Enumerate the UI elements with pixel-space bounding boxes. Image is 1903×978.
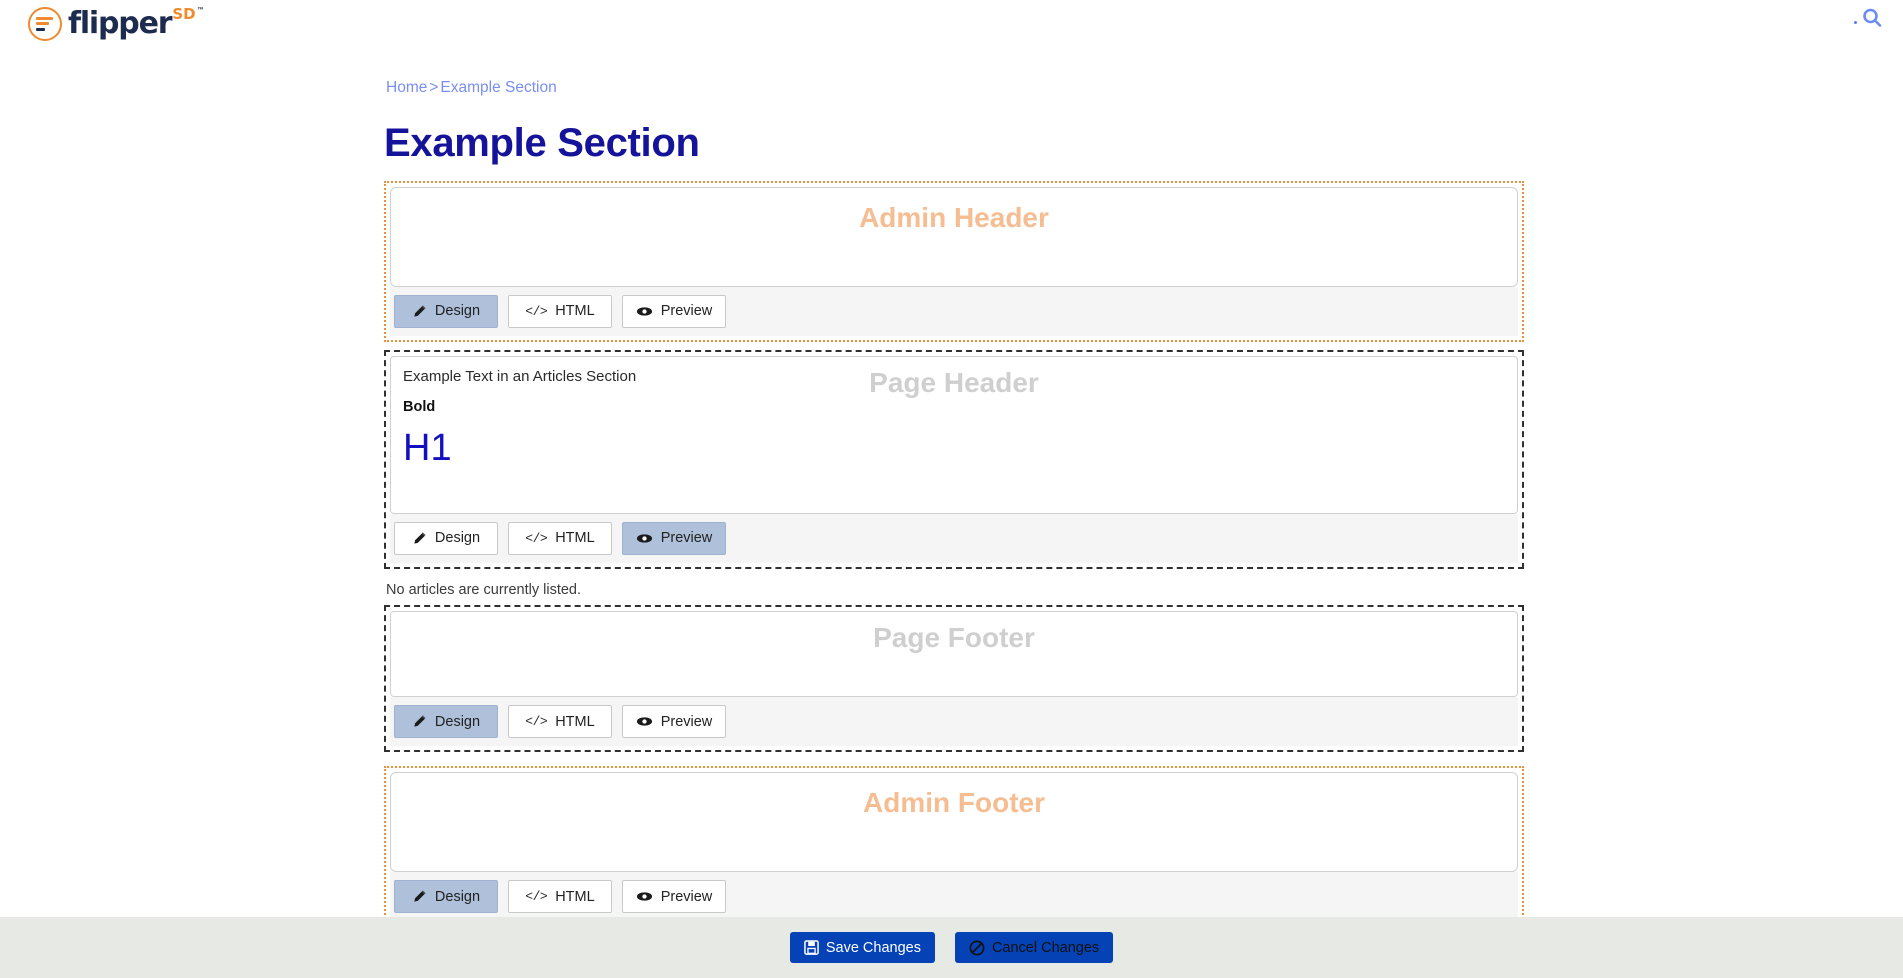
content-heading-h1: H1 xyxy=(403,426,452,469)
tab-preview-label-admin-header: Preview xyxy=(660,303,713,319)
tab-preview-label-page-footer: Preview xyxy=(660,713,713,730)
prohibition-icon xyxy=(969,940,985,956)
tab-preview-admin-header[interactable]: Preview xyxy=(622,294,726,328)
tab-design-admin-footer[interactable]: Design xyxy=(394,880,498,913)
action-bar: Save Changes Cancel Changes xyxy=(0,917,1903,978)
tab-html-label-page-footer: HTML xyxy=(555,713,595,730)
section-toolbar-page-footer: Design </> HTML Preview xyxy=(390,697,1518,746)
eye-icon xyxy=(636,715,653,728)
cancel-changes-button[interactable]: Cancel Changes xyxy=(954,932,1114,963)
save-changes-button[interactable]: Save Changes xyxy=(789,932,935,963)
pencil-icon xyxy=(412,531,427,546)
breadcrumb-link-home[interactable]: Home xyxy=(386,79,427,96)
code-icon: </> xyxy=(525,889,548,904)
tab-preview-label-admin-footer: Preview xyxy=(660,888,713,905)
code-icon: </> xyxy=(525,530,548,546)
tab-design-label-admin-footer: Design xyxy=(434,888,481,905)
eye-icon xyxy=(636,305,653,318)
tab-preview-admin-footer[interactable]: Preview xyxy=(622,880,726,913)
logo-trademark-icon: ™ xyxy=(196,5,205,15)
tab-preview-page-header[interactable]: Preview xyxy=(622,521,726,555)
breadcrumb: Home > Example Section xyxy=(386,80,1903,96)
tab-preview-page-footer[interactable]: Preview xyxy=(622,705,726,738)
code-icon: </> xyxy=(525,714,548,729)
section-toolbar-admin-footer: Design </> HTML Preview xyxy=(390,872,1518,921)
breadcrumb-link-current[interactable]: Example Section xyxy=(440,79,556,96)
tab-design-page-footer[interactable]: Design xyxy=(394,705,498,738)
flipper-logo-icon xyxy=(28,6,62,41)
section-canvas-page-footer[interactable]: Page Footer xyxy=(390,611,1518,697)
section-toolbar-page-header: Design </> HTML Preview xyxy=(390,513,1518,563)
logo-sd-suffix: SD xyxy=(172,4,196,23)
page-title: Example Section xyxy=(384,120,700,165)
app-header: flipper SD ™ xyxy=(0,0,1903,47)
section-canvas-admin-header[interactable]: Admin Header xyxy=(390,186,1518,287)
sections-list: Admin Header Design </> HTML Preview Pag… xyxy=(0,180,1903,927)
search-dot-icon xyxy=(1854,20,1857,24)
tab-design-admin-header[interactable]: Design xyxy=(394,294,498,328)
tab-html-label-page-header: HTML xyxy=(555,530,595,546)
section-admin-footer: Admin Footer Design </> HTML Preview xyxy=(384,766,1524,927)
search-area[interactable] xyxy=(1854,7,1883,29)
search-icon[interactable] xyxy=(1861,7,1883,29)
content-bold-text: Bold xyxy=(403,398,436,415)
section-watermark-page-footer: Page Footer xyxy=(873,622,1035,653)
section-canvas-admin-footer[interactable]: Admin Footer xyxy=(390,772,1518,872)
tab-design-page-header[interactable]: Design xyxy=(394,521,498,555)
tab-design-label-page-footer: Design xyxy=(434,713,481,730)
tab-html-label-admin-footer: HTML xyxy=(555,888,595,905)
section-content-page-header: Example Text in an Articles Section Bold… xyxy=(403,367,1505,467)
save-changes-label: Save Changes xyxy=(825,939,921,956)
code-icon: </> xyxy=(525,303,548,319)
section-toolbar-admin-header: Design </> HTML Preview xyxy=(390,286,1518,336)
logo-wordmark: flipper xyxy=(68,5,173,41)
tab-design-label-admin-header: Design xyxy=(434,303,481,319)
tab-html-page-footer[interactable]: </> HTML xyxy=(508,705,612,738)
tab-html-page-header[interactable]: </> HTML xyxy=(508,521,612,555)
section-canvas-page-header[interactable]: Page Header Example Text in an Articles … xyxy=(390,355,1518,514)
section-admin-header: Admin Header Design </> HTML Preview xyxy=(384,180,1524,342)
articles-empty-message: No articles are currently listed. xyxy=(386,581,582,598)
cancel-changes-label: Cancel Changes xyxy=(991,939,1100,956)
breadcrumb-separator: > xyxy=(429,79,439,96)
pencil-icon xyxy=(412,714,427,729)
tab-design-label-page-header: Design xyxy=(434,530,481,546)
app-logo[interactable]: flipper SD ™ xyxy=(28,5,205,43)
section-page-footer: Page Footer Design </> HTML Preview xyxy=(384,605,1524,752)
pencil-icon xyxy=(412,304,427,319)
tab-html-admin-footer[interactable]: </> HTML xyxy=(508,880,612,913)
section-watermark-admin-footer: Admin Footer xyxy=(863,787,1045,818)
eye-icon xyxy=(636,532,653,545)
eye-icon xyxy=(636,890,653,903)
section-watermark-admin-header: Admin Header xyxy=(859,201,1049,233)
tab-html-admin-header[interactable]: </> HTML xyxy=(508,294,612,328)
tab-preview-label-page-header: Preview xyxy=(660,530,713,546)
pencil-icon xyxy=(412,889,427,904)
content-paragraph: Example Text in an Articles Section xyxy=(403,367,637,385)
section-page-header: Page Header Example Text in an Articles … xyxy=(384,349,1524,569)
tab-html-label-admin-header: HTML xyxy=(555,303,595,319)
page-body: Home > Example Section Example Section Adm… xyxy=(0,80,1903,927)
save-disk-icon xyxy=(804,940,819,955)
